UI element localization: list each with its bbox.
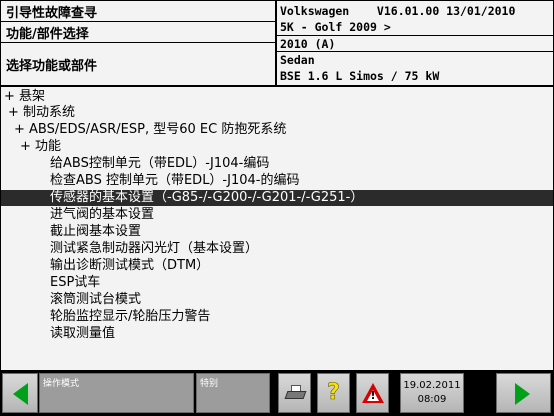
model-year-line: 2010 (A): [280, 37, 336, 51]
mode-title: 引导性故障查寻: [1, 1, 275, 21]
tree-item-inlet-valve-setting[interactable]: 进气阀的基本设置: [1, 207, 553, 223]
operating-mode-field[interactable]: 操作模式: [39, 373, 194, 413]
tree-item-check-coding[interactable]: 检查ABS 控制单元（带EDL）-J104-的编码: [1, 173, 553, 189]
tree-item-label: ESP试车: [50, 275, 101, 290]
special-functions-field[interactable]: 特别: [196, 373, 270, 413]
brand-version-line: Volkswagen V16.01.00 13/01/2010: [280, 4, 516, 18]
question-mark-icon: ?: [327, 380, 340, 406]
date-text: 19.02.2011: [403, 380, 461, 391]
date-time-display: 19.02.2011 08:09: [400, 373, 464, 413]
forward-button[interactable]: [496, 373, 551, 413]
right-arrow-icon: [515, 383, 530, 405]
tree-item-roller-test-mode[interactable]: 滚筒测试台模式: [1, 292, 553, 308]
tree-item-label: + 制动系统: [8, 105, 76, 120]
header: 引导性故障查寻 功能/部件选择 选择功能或部件 Volkswagen V16.0…: [0, 0, 554, 86]
warning-button[interactable]: !: [356, 373, 389, 413]
tree-item-label: 输出诊断测试模式（DTM）: [50, 258, 210, 273]
left-arrow-icon: [13, 383, 28, 405]
tree-item-label: 进气阀的基本设置: [50, 207, 155, 222]
tree-item-emergency-brake-flasher[interactable]: 测试紧急制动器闪光灯（基本设置）: [1, 241, 553, 257]
vehicle-info-panel: Volkswagen V16.01.00 13/01/2010 5K - Gol…: [277, 1, 553, 85]
tree-item-label: + ABS/EDS/ASR/ESP, 型号60 EC 防抱死系统: [14, 122, 287, 137]
printer-icon: [284, 385, 307, 402]
tree-item-esp-test-drive[interactable]: ESP试车: [1, 275, 553, 291]
tree-item-label: 截止阀基本设置: [50, 224, 142, 239]
special-functions-label: 特别: [200, 379, 219, 389]
tree-item-label: 传感器的基本设置（-G85-/-G200-/-G201-/-G251-）: [50, 190, 364, 205]
help-button[interactable]: ?: [317, 373, 350, 413]
tree-item-sensor-basic-setting[interactable]: 传感器的基本设置（-G85-/-G200-/-G201-/-G251-）: [1, 190, 553, 206]
back-button[interactable]: [2, 373, 38, 413]
tree-item-functions[interactable]: + 功能: [1, 139, 553, 155]
tree-item-label: 测试紧急制动器闪光灯（基本设置）: [50, 241, 259, 256]
model-line: 5K - Golf 2009 >: [280, 20, 391, 34]
header-left-panel: 引导性故障查寻 功能/部件选择 选择功能或部件: [1, 1, 275, 85]
tree-item-dtm-output[interactable]: 输出诊断测试模式（DTM）: [1, 258, 553, 274]
body-type-line: Sedan: [280, 53, 315, 67]
instruction-text: 选择功能或部件: [1, 43, 275, 85]
tree-item-shutoff-valve-setting[interactable]: 截止阀基本设置: [1, 224, 553, 240]
tree-item-label: + 悬架: [4, 89, 46, 104]
time-text: 08:09: [417, 394, 447, 405]
operating-mode-label: 操作模式: [43, 379, 80, 389]
tree-item-label: 滚筒测试台模式: [50, 292, 142, 307]
tree-item-label: + 功能: [20, 139, 62, 154]
engine-line: BSE 1.6 L Simos / 75 kW: [280, 69, 440, 83]
tree-item-read-measured-values[interactable]: 读取测量值: [1, 326, 553, 342]
tree-item-abs-system[interactable]: + ABS/EDS/ASR/ESP, 型号60 EC 防抱死系统: [1, 122, 553, 138]
tree-item-brake-system[interactable]: + 制动系统: [1, 105, 553, 121]
function-tree: + 悬架 + 制动系统 + ABS/EDS/ASR/ESP, 型号60 EC 防…: [1, 87, 553, 370]
tree-item-label: 轮胎监控显示/轮胎压力警告: [50, 309, 211, 324]
tree-item-label: 读取测量值: [50, 326, 116, 341]
exclamation-mark: !: [370, 389, 376, 402]
screen-subtitle: 功能/部件选择: [1, 22, 275, 42]
tree-item-label: 给ABS控制单元（带EDL）-J104-编码: [50, 156, 270, 171]
bottom-toolbar: 操作模式 特别 ? ! 19.02.2011 08:09: [0, 371, 554, 416]
print-button[interactable]: [278, 373, 311, 413]
tree-item-suspension[interactable]: + 悬架: [1, 89, 553, 105]
tree-item-tire-monitor[interactable]: 轮胎监控显示/轮胎压力警告: [1, 309, 553, 325]
tree-item-abs-coding[interactable]: 给ABS控制单元（带EDL）-J104-编码: [1, 156, 553, 172]
tree-item-label: 检查ABS 控制单元（带EDL）-J104-的编码: [50, 173, 300, 188]
